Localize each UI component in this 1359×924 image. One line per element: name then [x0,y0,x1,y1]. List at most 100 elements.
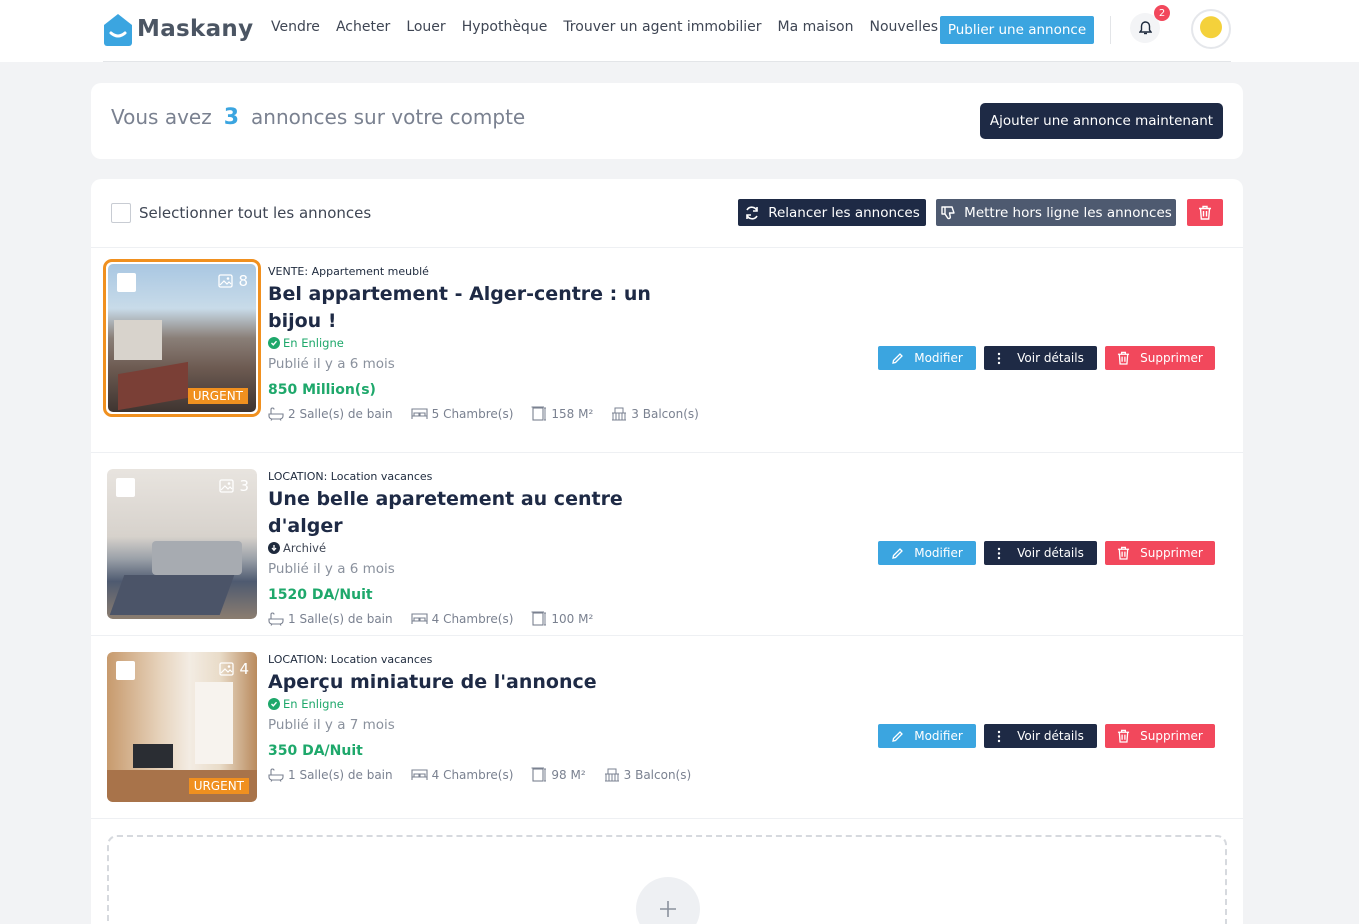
plus-icon[interactable] [636,877,700,924]
logo-text: Maskany [137,16,254,42]
nav-nouvelles[interactable]: Nouvelles [870,19,939,35]
urgent-badge: URGENT [188,778,249,794]
listing-title[interactable]: Aperçu miniature de l'annonce [268,669,688,696]
listing-photo: 4 URGENT [107,652,257,802]
check-circle-icon [268,337,280,349]
listing-status-text: Archivé [283,541,327,555]
view-details-button[interactable]: Voir détails [984,724,1097,748]
listing-select-checkbox[interactable] [117,273,136,292]
trash-icon [1118,351,1130,365]
select-all-control[interactable]: Selectionner tout les annonces [111,203,371,223]
photo-count-value: 8 [238,272,248,290]
feature-area: 98 M² [531,767,586,782]
area-icon [531,406,547,421]
feature-rooms: 5 Chambre(s) [411,406,514,421]
delete-button[interactable]: Supprimer [1105,541,1215,565]
image-icon [219,479,235,493]
trash-icon [1118,729,1130,743]
thumbs-down-icon [941,205,955,219]
feature-rooms: 4 Chambre(s) [411,611,513,626]
bathtub-icon [268,612,284,626]
building-shape [114,320,162,360]
logo[interactable]: Maskany [102,12,253,46]
bed-icon [411,407,428,419]
feature-bath: 1 Salle(s) de bain [268,611,393,626]
bell-icon [1138,21,1152,35]
bulk-delete-button[interactable] [1187,199,1223,226]
listing-status: En Enligne [268,336,717,350]
edit-label: Modifier [914,351,963,365]
nav-vendre[interactable]: Vendre [271,19,320,35]
listing-thumbnail[interactable]: 8 URGENT [103,259,261,417]
feature-rooms-text: 5 Chambre(s) [431,406,514,421]
top-navbar: Maskany Vendre Acheter Louer Hypothèque … [0,0,1359,62]
photo-count-value: 3 [239,477,249,495]
feature-balcony-text: 3 Balcon(s) [623,767,692,782]
delete-button[interactable]: Supprimer [1105,346,1215,370]
nav-louer[interactable]: Louer [406,19,445,35]
edit-label: Modifier [914,546,963,560]
listings-count: 3 [223,105,240,130]
photo-count-value: 4 [239,660,249,678]
feature-bath: 1 Salle(s) de bain [268,767,393,782]
listing-thumbnail[interactable]: 3 [107,469,257,619]
photo-count: 8 [218,272,248,290]
listing-thumbnail[interactable]: 4 URGENT [107,652,257,802]
refresh-icon [746,205,759,220]
take-offline-button[interactable]: Mettre hors ligne les annonces [936,199,1176,226]
header-divider [1110,16,1111,44]
listing-title[interactable]: Une belle aparetement au centre d'alger [268,486,688,540]
edit-button[interactable]: Modifier [878,346,976,370]
user-avatar[interactable] [1191,9,1231,49]
feature-bath: 2 Salle(s) de bain [268,406,393,421]
nav-acheter[interactable]: Acheter [336,19,390,35]
publish-listing-button[interactable]: Publier une annonce [940,16,1094,44]
feature-bath-text: 1 Salle(s) de bain [288,611,393,626]
nav-trouver-agent[interactable]: Trouver un agent immobilier [563,19,761,35]
pencil-icon [892,547,904,559]
feature-balcony: 3 Balcon(s) [611,406,699,421]
area-icon [531,611,547,626]
roof-shape [118,361,188,411]
add-listing-now-button[interactable]: Ajouter une annonce maintenant [980,103,1223,139]
listing-features: 1 Salle(s) de bain 4 Chambre(s) 98 M² 3 … [268,767,709,782]
balcony-icon [604,768,619,782]
feature-area: 100 M² [531,611,593,626]
select-all-checkbox[interactable] [111,203,131,223]
delete-button[interactable]: Supprimer [1105,724,1215,748]
listing-info: LOCATION: Location vacances Une belle ap… [268,470,688,626]
relaunch-listings-button[interactable]: Relancer les annonces [738,199,926,226]
listing-select-checkbox[interactable] [116,478,135,497]
image-icon [219,662,235,676]
listing-title[interactable]: Bel appartement - Alger-centre : un bijo… [268,281,668,335]
feature-bath-text: 1 Salle(s) de bain [288,767,393,782]
summary-suffix: annonces sur votre compte [251,105,526,129]
feature-rooms-text: 4 Chambre(s) [431,767,514,782]
listing-row: 3 LOCATION: Location vacances Une belle … [91,453,1243,635]
feature-area: 158 M² [531,406,593,421]
listing-info: VENTE: Appartement meublé Bel appartemen… [268,265,717,421]
area-icon [531,767,547,782]
photo-count: 3 [219,477,249,495]
view-details-label: Voir détails [1017,351,1084,365]
house-logo-icon [102,12,134,46]
feature-rooms: 4 Chambre(s) [411,767,514,782]
add-listing-dropzone[interactable] [107,835,1227,924]
listing-select-checkbox[interactable] [116,661,135,680]
photo-count: 4 [219,660,249,678]
tv-shape [133,744,173,768]
edit-button[interactable]: Modifier [878,724,976,748]
listing-published: Publié il y a 6 mois [268,561,395,577]
feature-bath-text: 2 Salle(s) de bain [288,406,393,421]
view-details-button[interactable]: Voir détails [984,346,1097,370]
nav-hypotheque[interactable]: Hypothèque [462,19,548,35]
relaunch-label: Relancer les annonces [768,204,920,221]
listing-actions: Modifier Voir détails Supprimer [878,724,1223,748]
nav-ma-maison[interactable]: Ma maison [778,19,854,35]
delete-label: Supprimer [1140,546,1203,560]
feature-balcony: 3 Balcon(s) [604,767,692,782]
listing-status: Archivé [268,541,688,555]
view-details-button[interactable]: Voir détails [984,541,1097,565]
listing-category: VENTE: Appartement meublé [268,265,429,278]
edit-button[interactable]: Modifier [878,541,976,565]
